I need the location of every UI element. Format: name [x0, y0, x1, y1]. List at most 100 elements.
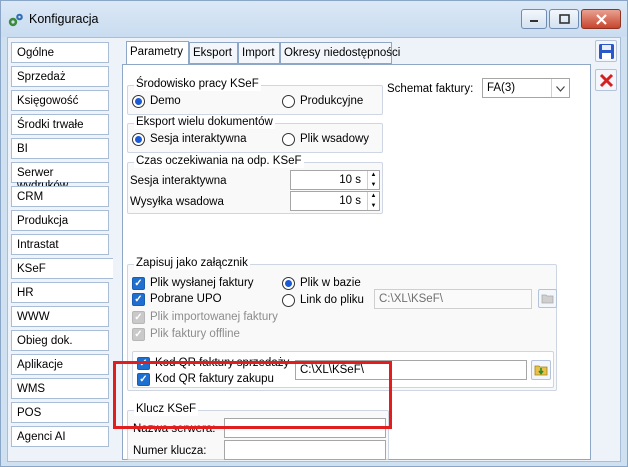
close-icon: [595, 13, 607, 25]
attachment-path-value: C:\XL\KSeF\: [379, 293, 443, 305]
tab-parametry[interactable]: Parametry: [126, 41, 189, 65]
close-window-button[interactable]: [581, 9, 621, 29]
checkbox-sent-invoice-label: Plik wysłanej faktury: [150, 277, 254, 289]
folder-download-icon: [534, 365, 548, 376]
tab-label: Okresy niedostępności: [284, 47, 401, 59]
timeout-interactive-input[interactable]: 10 s ▲ ▼: [290, 170, 380, 190]
timeout-batch-input[interactable]: 10 s ▲ ▼: [290, 191, 380, 211]
qr-path-browse-button[interactable]: [531, 360, 551, 380]
gears-icon: [8, 13, 23, 27]
maximize-button[interactable]: [549, 9, 579, 29]
folder-disabled-icon: [541, 294, 554, 304]
sidebar-item-label: Produkcja: [17, 215, 69, 227]
sidebar-item-obieg-dok[interactable]: Obieg dok.: [11, 330, 109, 351]
attachment-path-browse-button: [538, 289, 557, 308]
sidebar-item-sprzedaz[interactable]: Sprzedaż: [11, 66, 109, 87]
radio-demo[interactable]: [132, 95, 145, 108]
environment-group-title: Środowisko pracy KSeF: [134, 78, 261, 91]
sidebar-item-hr[interactable]: HR: [11, 282, 109, 303]
sidebar-item-label: POS: [17, 407, 42, 419]
window-title: Konfiguracja: [29, 12, 99, 26]
sidebar-item-ogolne[interactable]: Ogólne: [11, 42, 109, 63]
tab-eksport[interactable]: Eksport: [189, 42, 238, 64]
schema-select-value: FA(3): [487, 82, 516, 94]
export-mode-group: Eksport wielu dokumentów Sesja interakty…: [127, 116, 383, 153]
highlight-frame: [113, 361, 392, 429]
sidebar-item-crm[interactable]: CRM: [11, 186, 109, 207]
tab-import[interactable]: Import: [238, 42, 280, 64]
save-button[interactable]: [595, 40, 617, 62]
sidebar-item-label: Środki trwałe: [17, 119, 84, 131]
maximize-icon: [558, 14, 570, 24]
sidebar-item-label: Agenci AI: [17, 431, 66, 443]
sidebar-item-label: Ogólne: [17, 47, 55, 59]
sidebar-item-produkcja[interactable]: Produkcja: [11, 210, 109, 231]
sidebar-item-label: Sprzedaż: [17, 71, 66, 83]
timeout-batch-spinner[interactable]: ▲ ▼: [367, 192, 379, 210]
tab-label: Eksport: [193, 47, 232, 59]
attachment-path-input: C:\XL\KSeF\: [374, 289, 532, 309]
sidebar-item-bi[interactable]: BI: [11, 138, 109, 159]
checkbox-imported-invoice[interactable]: ✓: [132, 311, 145, 324]
sidebar-item-label: Obieg dok.: [17, 335, 73, 347]
sidebar-item-label: WMS: [17, 383, 46, 395]
timeout-interactive-spinner[interactable]: ▲ ▼: [367, 171, 379, 189]
radio-file-link-label: Link do pliku: [300, 294, 364, 306]
checkbox-offline-invoice[interactable]: ✓: [132, 328, 145, 341]
checkbox-sent-invoice[interactable]: ✓: [132, 277, 145, 290]
radio-sesja-interaktywna-label: Sesja interaktywna: [150, 133, 247, 145]
environment-group: Środowisko pracy KSeF Demo Produkcyjne: [127, 78, 383, 115]
sidebar-item-label: Intrastat: [17, 239, 59, 251]
red-x-icon: [599, 73, 613, 87]
timeouts-group: Czas oczekiwania na odp. KSeF Sesja inte…: [127, 155, 383, 214]
sidebar-item-label: KSeF: [17, 263, 46, 275]
radio-in-db[interactable]: [282, 277, 295, 290]
radio-produkcyjne-label: Produkcyjne: [300, 95, 364, 107]
radio-plik-wsadowy[interactable]: [282, 133, 295, 146]
sidebar-item-www[interactable]: WWW: [11, 306, 109, 327]
spin-down-icon: ▼: [370, 182, 377, 188]
radio-plik-wsadowy-label: Plik wsadowy: [300, 133, 370, 145]
sidebar-item-label: CRM: [17, 191, 44, 203]
timeout-batch-label: Wysyłka wsadowa: [130, 196, 224, 208]
sidebar-item-label: Księgowość: [17, 95, 79, 107]
tab-label: Parametry: [130, 46, 184, 58]
sidebar-item-serwer-wydrukow[interactable]: Serwer wydruków: [11, 162, 109, 192]
sidebar-item-label: Aplikacje: [17, 359, 64, 371]
sidebar-item-pos[interactable]: POS: [11, 402, 109, 423]
timeouts-group-title: Czas oczekiwania na odp. KSeF: [134, 155, 304, 168]
radio-sesja-interaktywna[interactable]: [132, 133, 145, 146]
sidebar-item-agenci-ai[interactable]: Agenci AI: [11, 426, 109, 447]
key-number-label: Numer klucza:: [133, 445, 207, 457]
sidebar-item-srodki-trwale[interactable]: Środki trwałe: [11, 114, 109, 135]
minimize-icon: [530, 20, 538, 22]
radio-file-link[interactable]: [282, 294, 295, 307]
tab-okresy-niedostepnosci[interactable]: Okresy niedostępności: [280, 42, 400, 64]
minimize-button[interactable]: [521, 9, 547, 29]
spin-up-icon: ▲: [370, 193, 377, 199]
cancel-button[interactable]: [595, 69, 617, 91]
timeout-batch-value: 10 s: [339, 195, 361, 207]
sidebar-item-ksef[interactable]: KSeF: [11, 258, 113, 279]
sidebar-item-label: WWW: [17, 311, 50, 323]
checkbox-upo-label: Pobrane UPO: [150, 293, 222, 305]
checkbox-offline-invoice-label: Plik faktury offline: [150, 328, 240, 340]
radio-produkcyjne[interactable]: [282, 95, 295, 108]
tab-label: Import: [242, 47, 275, 59]
checkbox-imported-invoice-label: Plik importowanej faktury: [150, 311, 278, 323]
sidebar-item-label: HR: [17, 287, 34, 299]
chevron-down-icon: [551, 79, 569, 97]
export-mode-group-title: Eksport wielu dokumentów: [134, 116, 275, 129]
checkbox-upo[interactable]: ✓: [132, 293, 145, 306]
floppy-disk-icon: [598, 43, 614, 59]
sidebar-item-ksiegowosc[interactable]: Księgowość: [11, 90, 109, 111]
sidebar-item-aplikacje[interactable]: Aplikacje: [11, 354, 109, 375]
schema-select[interactable]: FA(3): [482, 78, 570, 98]
sidebar-item-intrastat[interactable]: Intrastat: [11, 234, 109, 255]
key-number-input[interactable]: [224, 440, 386, 460]
titlebar: Konfiguracja: [1, 1, 627, 37]
timeout-interactive-label: Sesja interaktywna: [130, 175, 227, 187]
sidebar-item-wms[interactable]: WMS: [11, 378, 109, 399]
radio-in-db-label: Plik w bazie: [300, 277, 361, 289]
sidebar-item-label: BI: [17, 143, 28, 155]
